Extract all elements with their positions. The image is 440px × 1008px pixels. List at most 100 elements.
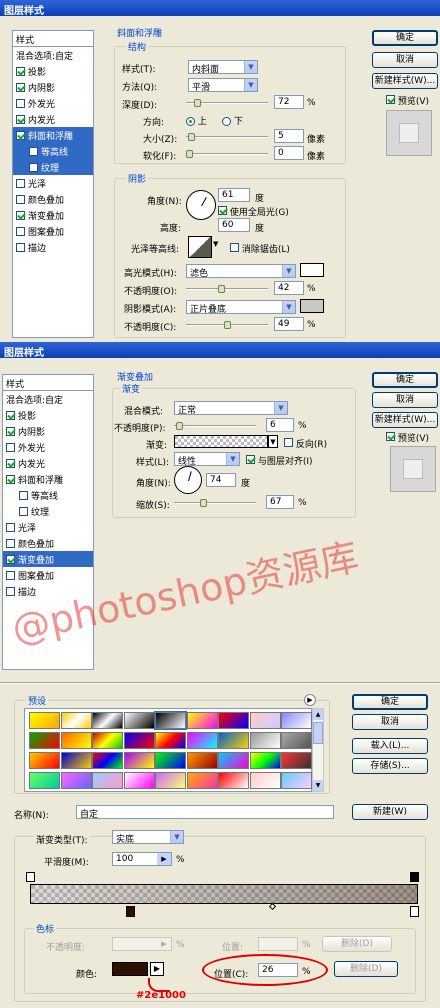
checkbox-icon[interactable] [218,206,227,215]
gradient-preset-swatch[interactable] [60,752,92,769]
anti-alias-checkbox[interactable]: 消除锯齿(L) [230,242,290,255]
slider-knob[interactable] [200,499,207,507]
checkbox-icon[interactable] [6,474,15,484]
style-list-item[interactable]: 图案叠加 [13,223,93,239]
preview-checkbox[interactable]: 预览(V) [386,94,429,107]
checkbox-icon[interactable] [230,243,239,252]
style-list-item[interactable]: 渐变叠加 [13,207,93,223]
checkbox-icon[interactable] [16,66,25,76]
smoothness-input[interactable]: 100 ▶ [112,852,172,866]
highlight-opacity-input[interactable]: 42 [274,281,304,295]
ok-button[interactable]: 确定 [372,30,438,46]
gradient-preset-swatch[interactable] [155,772,186,789]
gradient-preset-swatch[interactable] [186,712,218,729]
gradient-type-select[interactable]: 实底 ▼ [112,830,184,844]
preview-checkbox[interactable]: 预览(V) [386,431,429,444]
style-list-item[interactable]: 纹理 [13,159,93,175]
highlight-opacity-slider[interactable] [186,285,268,293]
checkbox-icon[interactable] [386,432,395,441]
checkbox-icon[interactable] [16,98,25,108]
checkbox-icon[interactable] [16,242,25,252]
gradient-preset-swatch[interactable] [155,752,186,769]
color-stop-left[interactable] [126,906,135,917]
gradient-preset-swatch[interactable] [92,772,123,789]
checkbox-icon[interactable] [16,226,25,236]
style-list-item[interactable]: 内发光 [3,455,93,471]
reverse-checkbox[interactable]: 反向(R) [284,437,327,450]
checkbox-icon[interactable] [6,554,15,564]
style-list-item[interactable]: 投影 [13,63,93,79]
direction-up-radio[interactable]: 上 [186,114,207,127]
angle-dial[interactable] [186,190,216,220]
slider-knob[interactable] [224,321,231,329]
style-list-item[interactable]: 颜色叠加 [3,535,93,551]
altitude-input[interactable]: 60 [218,218,250,232]
style-list-item[interactable]: 光泽 [13,175,93,191]
stop-color-swatch[interactable] [112,962,148,976]
gradient-preset-swatch[interactable] [186,772,218,789]
checkbox-icon[interactable] [29,162,38,172]
chevron-right-icon[interactable]: ▶ [157,853,171,865]
style-list-item[interactable]: 渐变叠加 [3,551,93,567]
save-button[interactable]: 存储(S)... [352,758,428,774]
soften-input[interactable]: 0 [274,146,304,160]
style-list-item[interactable]: 外发光 [3,439,93,455]
style-list-item[interactable]: 光泽 [3,519,93,535]
gradient-preset-swatch[interactable] [60,712,92,729]
gloss-contour-picker[interactable] [188,236,212,258]
color-stop-right[interactable] [410,906,419,917]
preset-scrollbar[interactable]: ▲ ▼ [312,708,324,792]
gradient-preset-swatch[interactable] [60,732,92,749]
checkbox-icon[interactable] [6,538,15,548]
ok-button[interactable]: 确定 [372,372,438,388]
gradient-style-select[interactable]: 线性 ▼ [174,452,240,466]
style-list-item[interactable]: 颜色叠加 [13,191,93,207]
gradient-preset-swatch[interactable] [281,732,312,749]
checkbox-icon[interactable] [16,194,25,204]
style-list-item[interactable]: 内发光 [13,111,93,127]
checkbox-icon[interactable] [16,114,25,124]
gradient-preset-swatch[interactable] [123,732,155,749]
chevron-right-icon[interactable]: ▶ [157,938,171,950]
presets-menu-icon[interactable]: ▶ [304,694,316,706]
opacity-stop-left[interactable] [26,872,35,882]
bevel-style-select[interactable]: 内斜面 ▼ [188,60,258,74]
gradient-preset-swatch[interactable] [92,712,123,729]
gradient-preset-swatch[interactable] [281,772,312,789]
style-list-item[interactable]: 混合选项:自定 [3,391,93,407]
scale-slider[interactable] [174,499,256,507]
checkbox-icon[interactable] [6,458,15,468]
style-list-item[interactable]: 混合选项:自定 [13,47,93,63]
scroll-down-icon[interactable]: ▼ [313,780,323,791]
style-list-item[interactable]: 外发光 [13,95,93,111]
gradient-preset-swatch[interactable] [29,712,60,729]
checkbox-icon[interactable] [6,410,15,420]
checkbox-icon[interactable] [16,82,25,92]
gradient-preset-swatch[interactable] [249,712,281,729]
gradient-preset-swatch[interactable] [218,732,249,749]
style-list-item[interactable]: 斜面和浮雕 [13,127,93,143]
checkbox-icon[interactable] [19,490,28,500]
style-list-item[interactable]: 投影 [3,407,93,423]
gradient-preset-swatch[interactable] [186,732,218,749]
radio-icon[interactable] [186,117,195,126]
style-list-item[interactable]: 等高线 [13,143,93,159]
new-style-button[interactable]: 新建样式(W)... [372,412,438,428]
angle-input[interactable]: 61 [218,188,250,202]
cancel-button[interactable]: 取消 [372,52,438,68]
gradient-preset-swatch[interactable] [218,752,249,769]
scroll-thumb[interactable] [313,722,323,744]
style-list-item[interactable]: 描边 [13,239,93,255]
chevron-down-icon[interactable]: ▼ [268,435,278,448]
gradient-preset-swatch[interactable] [281,752,312,769]
size-input[interactable]: 5 [274,129,304,143]
new-gradient-button[interactable]: 新建(W) [352,804,428,820]
slider-knob[interactable] [186,150,193,158]
size-slider[interactable] [186,133,268,141]
load-button[interactable]: 载入(L)... [352,738,428,754]
style-list-item[interactable]: 内阴影 [13,79,93,95]
checkbox-icon[interactable] [6,586,15,596]
checkbox-icon[interactable] [16,178,25,188]
checkbox-icon[interactable] [29,146,38,156]
checkbox-icon[interactable] [16,130,25,140]
